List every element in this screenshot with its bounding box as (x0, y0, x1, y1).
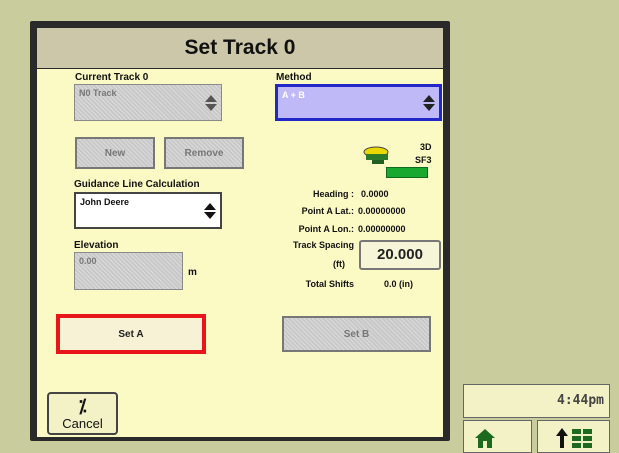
set-track-dialog: Set Track 0 Current Track 0 N0 Track Met… (30, 21, 450, 441)
menu-up-icon (556, 428, 592, 448)
current-track-value: N0 Track (79, 88, 117, 98)
dialog-title: Set Track 0 (37, 28, 443, 68)
guidance-label: Guidance Line Calculation (74, 179, 200, 190)
new-button[interactable]: New (75, 137, 155, 169)
total-shifts-value: 0.0 (in) (384, 279, 414, 289)
point-a-lat-label: Point A Lat.: (301, 206, 354, 216)
home-button[interactable] (463, 420, 532, 453)
remove-button[interactable]: Remove (164, 137, 244, 169)
spin-icon (423, 94, 435, 111)
method-select[interactable]: A + B (275, 84, 442, 121)
menu-button[interactable] (537, 420, 610, 453)
guidance-select[interactable]: John Deere (74, 192, 222, 229)
dialog-body: Current Track 0 N0 Track Method A + B Ne… (37, 69, 443, 437)
method-label: Method (276, 72, 312, 83)
receiver-mode: 3D (420, 142, 432, 152)
heading-value: 0.0000 (361, 189, 389, 199)
elevation-label: Elevation (74, 240, 119, 251)
cancel-button[interactable]: ⁒ Cancel (47, 392, 118, 435)
point-a-lon-value: 0.00000000 (358, 224, 406, 234)
clock-display: 4:44pm (463, 384, 610, 418)
home-icon (475, 429, 495, 448)
track-spacing-label: Track Spacing (292, 240, 354, 250)
elevation-input[interactable]: 0.00 (74, 252, 183, 290)
set-a-button[interactable]: Set A (56, 314, 206, 354)
track-spacing-input[interactable]: 20.000 (359, 240, 441, 270)
elevation-unit: m (188, 267, 197, 278)
cancel-label: Cancel (62, 416, 103, 431)
track-spacing-unit: (ft) (333, 259, 345, 269)
method-value: A + B (282, 90, 305, 100)
receiver-signal: SF3 (415, 155, 432, 165)
cancel-icon: ⁒ (78, 396, 87, 416)
set-b-button[interactable]: Set B (282, 316, 431, 352)
heading-label: Heading : (312, 189, 354, 199)
spin-icon (204, 202, 216, 219)
current-track-label: Current Track 0 (75, 72, 149, 83)
spin-icon (205, 94, 217, 111)
signal-status-bar (386, 167, 428, 178)
guidance-value: John Deere (80, 197, 130, 207)
current-track-select[interactable]: N0 Track (74, 84, 222, 121)
total-shifts-label: Total Shifts (305, 279, 354, 289)
point-a-lon-label: Point A Lon.: (298, 224, 354, 234)
gps-receiver-icon (362, 144, 396, 166)
point-a-lat-value: 0.00000000 (358, 206, 406, 216)
